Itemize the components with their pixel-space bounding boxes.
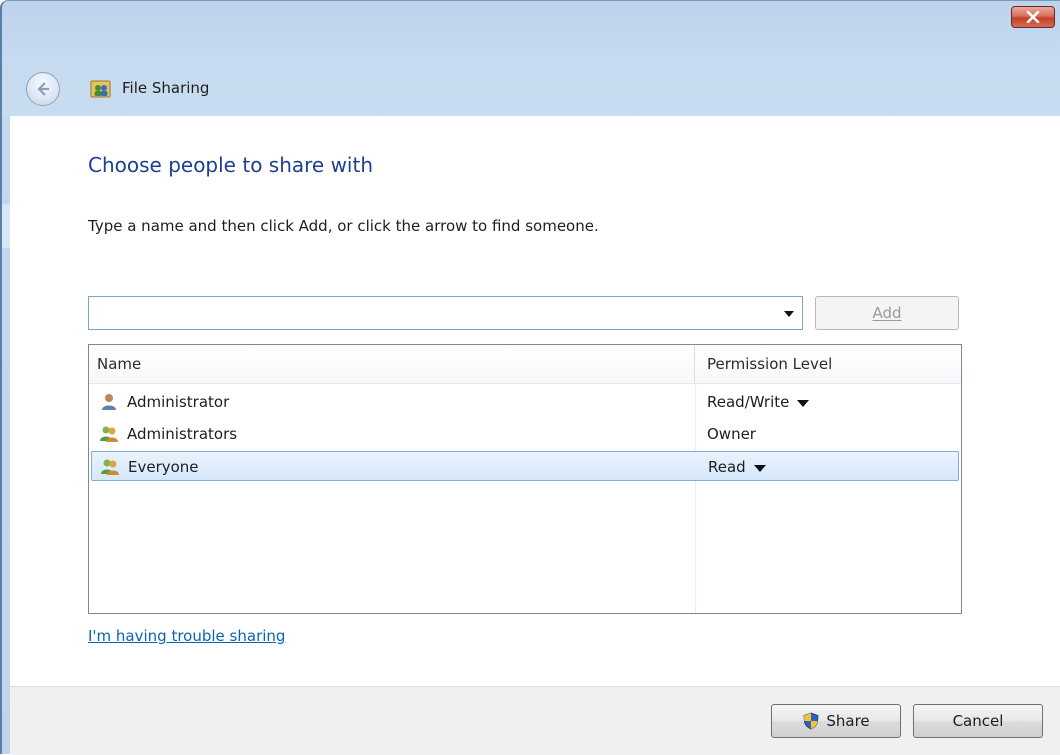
- group-icon: [101, 459, 119, 475]
- row-permission: Read: [708, 458, 746, 476]
- share-button-label: Share: [826, 712, 870, 730]
- add-button[interactable]: Add: [815, 296, 959, 330]
- table-row-selected[interactable]: Everyone Read: [91, 451, 959, 481]
- table-row[interactable]: Administrator Read/Write: [91, 387, 959, 417]
- cancel-button[interactable]: Cancel: [913, 704, 1043, 738]
- cancel-button-label: Cancel: [952, 712, 1004, 730]
- instruction-text: Type a name and then click Add, or click…: [88, 217, 599, 235]
- add-button-label: Add: [872, 304, 902, 322]
- user-icon: [102, 394, 116, 410]
- file-sharing-icon: [90, 80, 111, 98]
- column-header-name[interactable]: Name: [89, 345, 695, 383]
- column-header-permission[interactable]: Permission Level: [695, 345, 961, 383]
- window-left-border: [2, 116, 10, 754]
- close-button[interactable]: [1011, 6, 1055, 28]
- chevron-down-icon: [753, 464, 766, 472]
- row-name: Everyone: [128, 458, 199, 476]
- back-arrow-icon: [37, 82, 49, 96]
- footer-bar: [10, 686, 1060, 755]
- row-permission: Read/Write: [707, 393, 790, 411]
- name-input[interactable]: [93, 301, 777, 327]
- people-list: Name Permission Level Administrator Read…: [88, 344, 962, 614]
- share-button[interactable]: Share: [771, 704, 901, 738]
- name-combobox[interactable]: [88, 296, 803, 330]
- page-heading: Choose people to share with: [88, 153, 374, 177]
- shield-icon: [803, 712, 819, 730]
- row-permission: Owner: [707, 425, 756, 443]
- back-button[interactable]: [26, 72, 60, 106]
- permission-dropdown[interactable]: Read/Write: [707, 387, 810, 417]
- chevron-down-icon: [797, 399, 810, 407]
- trouble-sharing-link[interactable]: I'm having trouble sharing: [88, 626, 285, 646]
- dropdown-arrow-icon[interactable]: [784, 311, 794, 317]
- row-name: Administrator: [127, 393, 230, 411]
- list-header: Name Permission Level: [89, 345, 961, 384]
- border-highlight: [2, 204, 10, 248]
- close-icon: [1026, 11, 1040, 23]
- row-name: Administrators: [127, 425, 238, 443]
- group-icon: [100, 426, 118, 442]
- window-title: File Sharing: [122, 79, 210, 97]
- permission-dropdown[interactable]: Read: [708, 452, 766, 482]
- table-row[interactable]: Administrators Owner: [91, 419, 959, 449]
